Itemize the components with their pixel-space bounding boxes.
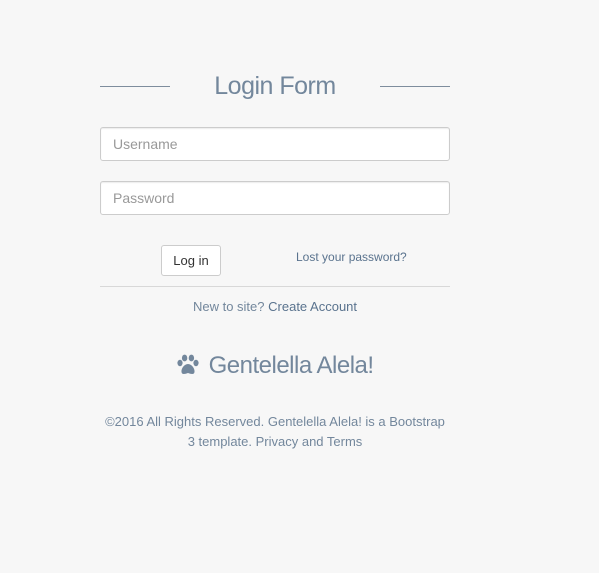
new-to-site-text: New to site? [192,299,265,314]
lost-password-link[interactable]: Lost your password? [296,250,407,264]
footer-text: ©2016 All Rights Reserved. Gentelella Al… [105,414,445,449]
brand-name: Gentelella Alela! [208,352,374,379]
brand-heading: Gentelella Alela! [100,352,450,380]
form-separator [100,286,450,287]
username-input[interactable] [100,127,450,161]
title-divider-right [380,86,450,87]
paw-icon [177,354,200,374]
create-account-link[interactable]: Create Account [268,299,357,314]
login-button[interactable]: Log in [161,245,221,276]
password-input[interactable] [100,181,450,215]
new-to-site-row: New to site? Create Account [100,299,450,314]
login-title-row: Login Form [100,70,450,106]
